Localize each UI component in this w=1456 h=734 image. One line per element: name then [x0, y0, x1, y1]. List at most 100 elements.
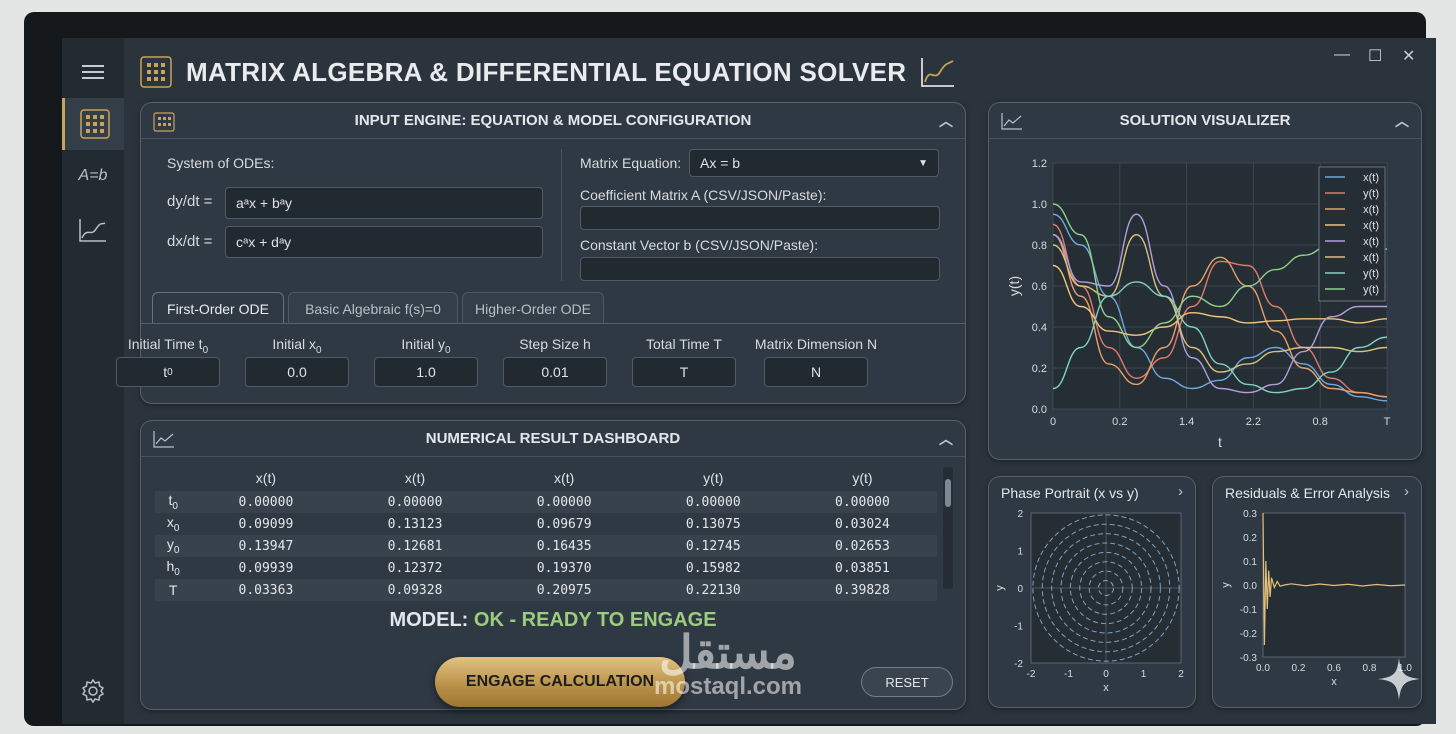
collapse-chevron-icon[interactable]: ︿ [939, 429, 953, 449]
eq2-input[interactable]: cᵃx + dᵃy [225, 226, 543, 258]
sidebar-item-plot[interactable] [62, 204, 124, 256]
eq1-label: dy/dt = [167, 193, 213, 210]
x-tick-label: 0 [1050, 416, 1056, 428]
matrix-equation-select[interactable]: Ax = b ▼ [689, 149, 939, 177]
y-tick-label: 0.2 [1243, 533, 1257, 544]
x-tick-label: 0 [1103, 669, 1109, 680]
param-input[interactable]: 0.01 [503, 357, 607, 387]
sparkle-icon [1378, 658, 1420, 700]
collapse-chevron-icon[interactable]: ︿ [939, 111, 953, 131]
results-table: x(t) x(t) x(t) y(t) y(t) t0 0.00000 0.00000 0.0… [155, 465, 937, 601]
table-cell: 0.00000 [238, 494, 294, 510]
table-cell: 0.00000 [835, 494, 890, 510]
y-tick-label: 1.0 [1032, 199, 1047, 211]
y-axis-label: y [1220, 582, 1232, 588]
matrix-grid-icon [140, 56, 172, 88]
y-tick-label: 1 [1017, 547, 1023, 558]
coefficient-matrix-input[interactable] [580, 206, 940, 230]
const-label: Constant Vector b (CSV/JSON/Paste): [580, 237, 819, 253]
monitor-frame: A=b MATRIX ALGEBRA & DIFFERENTIAL EQUATI… [24, 12, 1436, 726]
scrollbar-thumb[interactable] [945, 479, 951, 507]
y-axis-label: y [994, 585, 1006, 591]
table-header-row: x(t) x(t) x(t) y(t) y(t) [155, 465, 937, 491]
x-tick-label: 0.8 [1313, 416, 1328, 428]
reset-button[interactable]: RESET [861, 667, 953, 697]
y-tick-label: -2 [1014, 659, 1023, 670]
collapse-chevron-icon[interactable]: ︿ [1395, 111, 1409, 131]
grid-icon [153, 112, 175, 132]
y-tick-label: -0.3 [1240, 653, 1258, 664]
table-cell: 0.13075 [685, 516, 741, 532]
solution-visualizer-panel: SOLUTION VISUALIZER ︿ 0.0 0.2 0.4 0.6 0.8 1.0… [988, 102, 1422, 460]
y-tick-label: 0.0 [1243, 581, 1257, 592]
constant-vector-input[interactable] [580, 257, 940, 281]
sidebar-item-grid[interactable] [62, 98, 124, 150]
table-cell: 0.13123 [387, 516, 443, 532]
table-cell: 0.03851 [835, 560, 890, 576]
phase-title: Phase Portrait (x vs y) [1001, 485, 1139, 501]
close-button[interactable]: ✕ [1402, 46, 1415, 66]
column-header [155, 465, 191, 491]
param-input[interactable]: N [764, 357, 868, 387]
y-tick-label: 0.3 [1243, 509, 1257, 520]
y-tick-label: 0.8 [1032, 240, 1047, 252]
x-axis-label: t [1218, 434, 1222, 450]
table-cell: 0.20975 [536, 582, 592, 598]
x-tick-label: 1 [1141, 669, 1147, 680]
x-tick-label: -2 [1027, 669, 1036, 680]
settings-icon[interactable] [80, 678, 106, 709]
results-panel-header: NUMERICAL RESULT DASHBOARD ︿ [141, 421, 965, 457]
menu-icon[interactable] [62, 50, 124, 94]
minimize-button[interactable]: — [1334, 46, 1350, 64]
legend-label: x(t) [1363, 220, 1379, 232]
phase-portrait-panel: Phase Portrait (x vs y) › -2 -1 0 1 2 2 1 0 -1 -2… [988, 476, 1196, 708]
model-status: MODEL: OK - READY TO ENGAGE [141, 609, 965, 632]
y-tick-label: 0.1 [1243, 557, 1257, 568]
tab-higher-order-ode[interactable]: Higher-Order ODE [462, 292, 604, 324]
table-row: h0 0.09939 0.12372 0.19370 0.15982 0.03851 [155, 557, 937, 579]
system-label: System of ODEs: [167, 155, 275, 171]
legend-label: y(t) [1363, 188, 1379, 200]
title-bar: MATRIX ALGEBRA & DIFFERENTIAL EQUATION S… [140, 52, 956, 92]
results-panel-title: NUMERICAL RESULT DASHBOARD [425, 430, 681, 447]
solution-chart: 0.0 0.2 0.4 0.6 0.8 1.0 1.2 0 0.2 1.4 2.2 0.8 Tt y(t)… [1006, 158, 1391, 450]
column-header: y(t) [852, 470, 873, 486]
x-tick-label: 0.8 [1363, 663, 1377, 674]
table-cell: 0.19370 [536, 560, 592, 576]
x-tick-label: 0.2 [1112, 416, 1127, 428]
row-label: x0 [166, 514, 180, 534]
param-input[interactable]: T [632, 357, 736, 387]
column-header: x(t) [554, 470, 575, 486]
tab-basic-algebraic[interactable]: Basic Algebraic f(s)=0 [288, 292, 458, 324]
table-cell: 0.12745 [685, 538, 741, 554]
x-tick-label: 0.6 [1327, 663, 1341, 674]
dropdown-arrow-icon: ▼ [918, 157, 928, 169]
x-tick-label: -1 [1064, 669, 1073, 680]
engage-calculation-button[interactable]: ENGAGE CALCULATION [435, 657, 685, 707]
status-value: OK - READY TO ENGAGE [473, 609, 717, 631]
param-input[interactable]: 0.0 [245, 357, 349, 387]
legend-label: x(t) [1363, 236, 1379, 248]
table-scrollbar[interactable] [943, 467, 953, 589]
table-row: T 0.03363 0.09328 0.20975 0.22130 0.39828 [155, 579, 937, 601]
table-cell: 0.03363 [238, 582, 294, 598]
coef-label: Coefficient Matrix A (CSV/JSON/Paste): [580, 187, 827, 203]
eq1-input[interactable]: aᵃx + bᵃy [225, 187, 543, 219]
sidebar-item-matrix[interactable]: A=b [62, 150, 124, 202]
legend-label: y(t) [1363, 284, 1379, 296]
input-panel-title: INPUT ENGINE: EQUATION & MODEL CONFIGURA… [354, 112, 752, 129]
maximize-button[interactable]: ☐ [1368, 46, 1382, 66]
legend-label: y(t) [1363, 268, 1379, 280]
param-input[interactable]: t0 [116, 357, 220, 387]
x-tick-label: 1.4 [1179, 416, 1194, 428]
table-cell: 0.09939 [238, 560, 294, 576]
chevron-right-icon[interactable]: › [1404, 483, 1409, 500]
grid-icon [79, 109, 110, 139]
column-header: y(t) [703, 470, 724, 486]
tab-first-order-ode[interactable]: First-Order ODE [152, 292, 284, 324]
table-cell: 0.09328 [387, 582, 443, 598]
row-label: T [168, 582, 178, 598]
chevron-right-icon[interactable]: › [1178, 483, 1183, 500]
param-input[interactable]: 1.0 [374, 357, 478, 387]
chart-icon [153, 431, 174, 448]
